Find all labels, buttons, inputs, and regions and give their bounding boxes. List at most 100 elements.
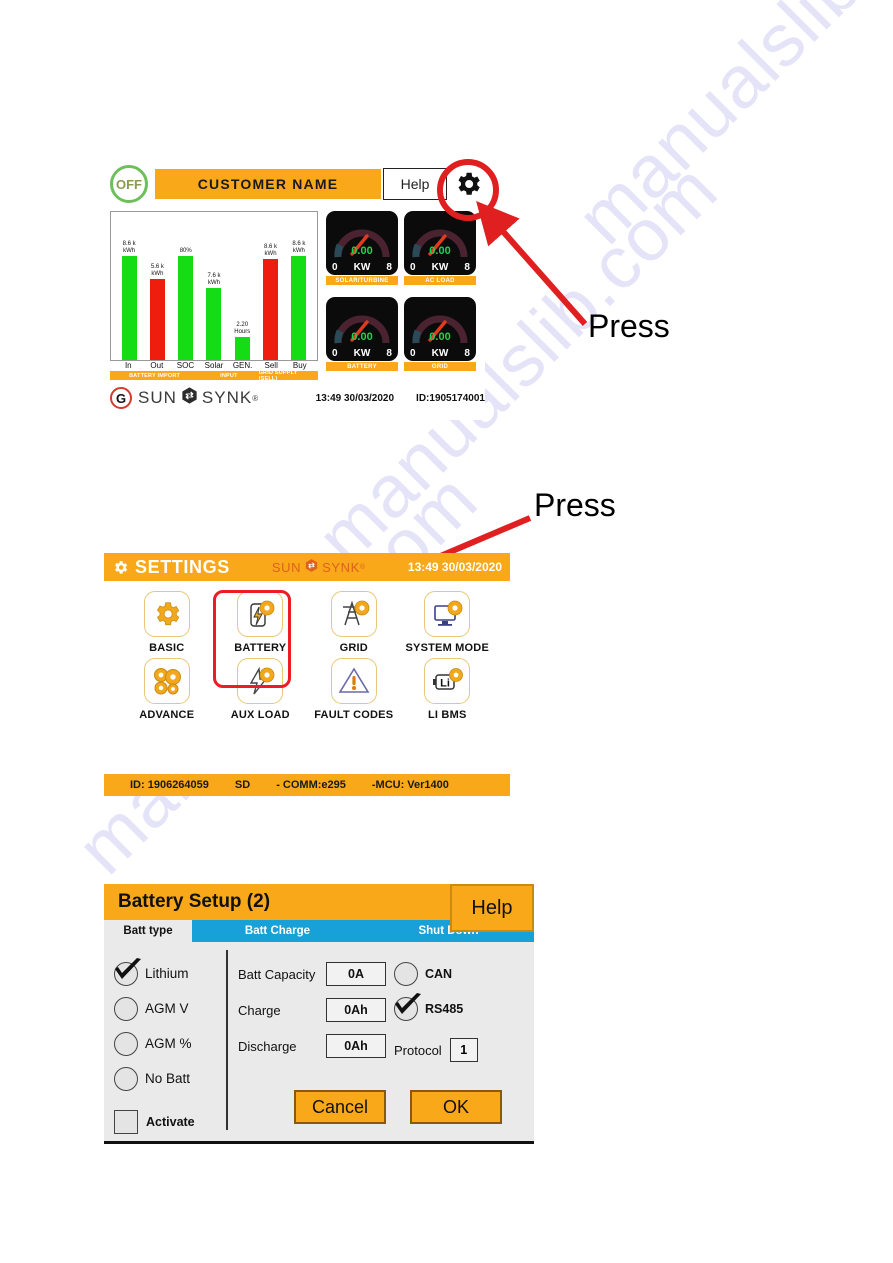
status-badge: OFF bbox=[110, 165, 148, 203]
warning-triangle-icon[interactable] bbox=[330, 658, 377, 704]
gauge-value: 0.00 bbox=[351, 245, 373, 257]
bar-group: 8.6 k kWh bbox=[256, 216, 284, 360]
gauge-grid: 0.00 0 KW 8 SOLAR/TURBINE 0.00 0 KW 8 AC LOAD 0.00… bbox=[326, 211, 476, 380]
press-annotation-middle: Press bbox=[534, 487, 616, 523]
settings-item-fault-codes[interactable]: FAULT CODES bbox=[307, 658, 401, 721]
field-value[interactable]: 0Ah bbox=[326, 1034, 386, 1058]
sunsynk-logo: SUN SYNK ® bbox=[138, 386, 259, 410]
chart-segment-label: BATTERY IMPORT bbox=[110, 371, 200, 380]
lithium-gear-icon[interactable]: Li bbox=[424, 658, 471, 704]
gear-icon bbox=[112, 559, 129, 576]
settings-item-label: LI BMS bbox=[428, 709, 467, 721]
page-title: Battery Setup (2) bbox=[118, 891, 271, 912]
multi-gear-icon[interactable] bbox=[143, 658, 190, 704]
gauge: 0.00 0 KW 8 BATTERY bbox=[326, 297, 398, 380]
svg-text:Li: Li bbox=[440, 678, 450, 690]
gauge: 0.00 0 KW 8 GRID bbox=[404, 297, 476, 380]
help-button[interactable]: Help bbox=[450, 884, 534, 932]
brand-right: SYNK bbox=[201, 388, 253, 407]
settings-item-label: AUX LOAD bbox=[230, 709, 290, 721]
bar-group: 8.6 k kWh bbox=[285, 216, 313, 360]
settings-footer: ID: 1906264059 SD - COMM:e295 -MCU: Ver1… bbox=[104, 774, 510, 796]
hex-recycle-icon bbox=[304, 558, 319, 576]
radio-button[interactable] bbox=[394, 992, 421, 1021]
settings-icon-grid: BASIC BATTERY GRID SYSTEM MODE ADVANCE AUX LO… bbox=[104, 581, 510, 721]
pylon-gear-icon[interactable] bbox=[330, 591, 377, 637]
battery-setup-header: Battery Setup (2) Help bbox=[104, 884, 534, 932]
chart-tick-label: Out bbox=[150, 361, 164, 370]
help-button[interactable]: Help bbox=[383, 168, 447, 200]
home-screen-panel: OFF CUSTOMER NAME Help 8.6 k kWh 5.6 k kW… bbox=[110, 165, 485, 420]
radio-button[interactable] bbox=[114, 996, 138, 1021]
settings-id: ID: 1906264059 bbox=[130, 779, 209, 791]
protocol-label: Protocol bbox=[394, 1042, 442, 1058]
comm-option-rs485[interactable]: RS485 bbox=[394, 991, 534, 1026]
field-value[interactable]: 0A bbox=[326, 962, 386, 986]
chart-segment-bars: BATTERY IMPORT INPUT GRID SUPPLY (SELL) bbox=[110, 371, 318, 380]
activate-row[interactable]: Activate bbox=[114, 1110, 226, 1134]
radio-button[interactable] bbox=[114, 1031, 138, 1056]
settings-item-label: GRID bbox=[339, 642, 368, 654]
gauge-label: AC LOAD bbox=[404, 276, 476, 285]
settings-mcu: -MCU: Ver1400 bbox=[371, 779, 449, 791]
batt-type-label: Lithium bbox=[145, 966, 189, 981]
battery-setup-actions: Cancel OK bbox=[294, 1090, 502, 1124]
field-batt-capacity: Batt Capacity 0A bbox=[238, 956, 388, 992]
comm-option-can[interactable]: CAN bbox=[394, 956, 534, 991]
chart-tick-label: Sell bbox=[264, 361, 278, 370]
settings-panel: SETTINGS SUN SYNK ® 13:49 30/03/2020 BAS… bbox=[104, 553, 510, 796]
chart-tick-label: GEN. bbox=[232, 361, 253, 370]
bar-value-label: 5.6 k kWh bbox=[150, 264, 164, 278]
batt-type-option-agm-[interactable]: AGM % bbox=[114, 1026, 226, 1061]
gauge-label: BATTERY bbox=[326, 362, 398, 371]
monitor-gear-icon[interactable] bbox=[424, 591, 471, 637]
gauge-unit: KW bbox=[431, 262, 449, 273]
protocol-value[interactable]: 1 bbox=[449, 1038, 478, 1062]
gauge-label: SOLAR/TURBINE bbox=[326, 276, 398, 285]
bar-value-label: 2.20 Hours bbox=[234, 321, 251, 335]
gauge-max: 8 bbox=[386, 348, 392, 359]
home-footer-meta: 13:49 30/03/2020 ID:1905174001 bbox=[316, 393, 485, 404]
gear-icon[interactable] bbox=[451, 167, 485, 201]
chart-column: 8.6 k kWh 5.6 k kWh 80% 7.6 k kWh 2.20 Hours… bbox=[110, 211, 318, 380]
watermark: manualslib.com bbox=[560, 0, 893, 260]
batt-type-label: No Batt bbox=[145, 1071, 191, 1086]
settings-timestamp: 13:49 30/03/2020 bbox=[407, 560, 502, 574]
settings-item-label: BASIC bbox=[149, 642, 185, 654]
field-value[interactable]: 0Ah bbox=[326, 998, 386, 1022]
radio-button[interactable] bbox=[394, 961, 418, 986]
bar-value-label: 8.6 k kWh bbox=[122, 241, 136, 255]
bar-group: 5.6 k kWh bbox=[143, 216, 171, 360]
tab-batt-type[interactable]: Batt type bbox=[104, 920, 192, 942]
radio-button[interactable] bbox=[114, 1066, 138, 1091]
highlight-box-battery bbox=[213, 590, 291, 688]
settings-item-system-mode[interactable]: SYSTEM MODE bbox=[401, 591, 495, 654]
chart-x-axis-labels: In Out SOC Solar GEN. Sell Buy bbox=[114, 361, 314, 370]
gauge-value: 0.00 bbox=[429, 331, 451, 343]
gear-icon[interactable] bbox=[143, 591, 190, 637]
grid-indicator-icon: G bbox=[110, 387, 132, 409]
press-annotation-top: Press bbox=[588, 308, 670, 344]
brand-trademark: ® bbox=[252, 393, 260, 403]
tab-batt-charge[interactable]: Batt Charge bbox=[192, 920, 363, 942]
arrow-to-gear bbox=[476, 201, 588, 326]
batt-type-option-agm-v[interactable]: AGM V bbox=[114, 991, 226, 1026]
settings-item-basic[interactable]: BASIC bbox=[120, 591, 214, 654]
bar bbox=[149, 279, 165, 360]
cancel-button[interactable]: Cancel bbox=[294, 1090, 386, 1124]
settings-item-advance[interactable]: ADVANCE bbox=[120, 658, 214, 721]
activate-checkbox[interactable] bbox=[114, 1110, 138, 1134]
settings-item-grid[interactable]: GRID bbox=[307, 591, 401, 654]
gauge-unit: KW bbox=[353, 348, 371, 359]
settings-item-li-bms[interactable]: Li LI BMS bbox=[401, 658, 495, 721]
brand-left: SUN bbox=[138, 388, 177, 407]
ok-button[interactable]: OK bbox=[410, 1090, 502, 1124]
gauge-value: 0.00 bbox=[429, 245, 451, 257]
batt-type-option-lithium[interactable]: Lithium bbox=[114, 956, 226, 991]
field-label: Charge bbox=[238, 1002, 281, 1018]
bar bbox=[234, 336, 250, 360]
chart-segment-label: GRID SUPPLY (SELL) bbox=[258, 371, 318, 380]
radio-button[interactable] bbox=[114, 957, 141, 986]
batt-type-option-no-batt[interactable]: No Batt bbox=[114, 1061, 226, 1096]
gauge-min: 0 bbox=[332, 262, 338, 273]
